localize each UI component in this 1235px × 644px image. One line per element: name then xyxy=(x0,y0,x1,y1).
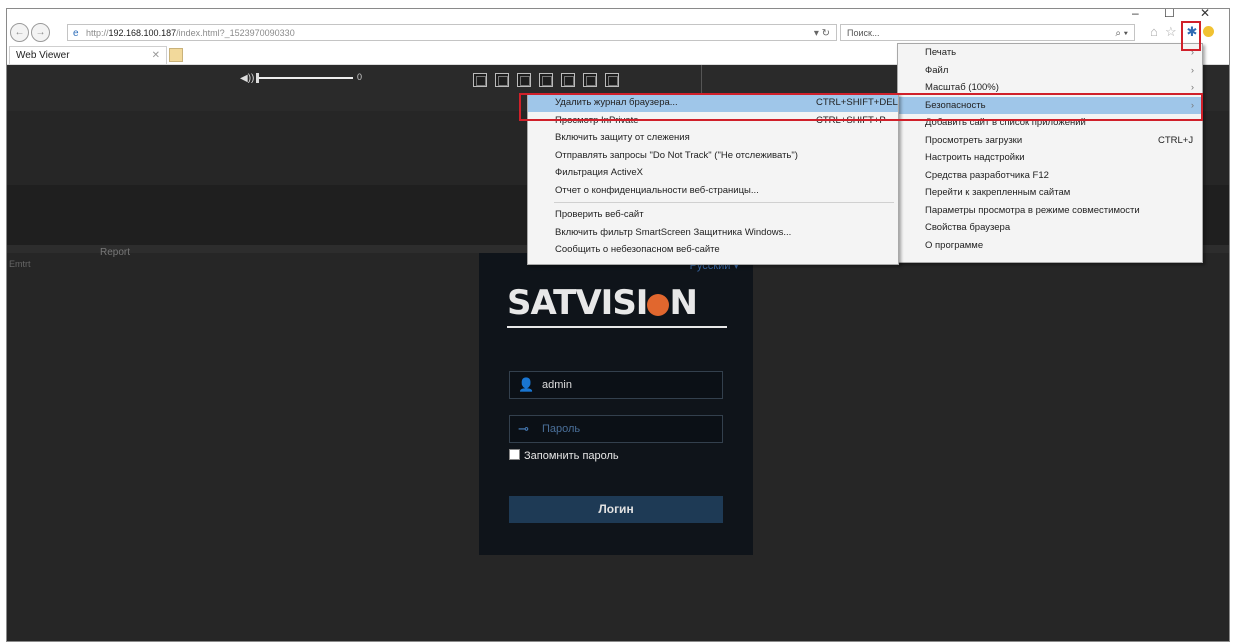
menu-item[interactable]: Параметры просмотра в режиме совместимос… xyxy=(898,202,1202,220)
username-value: admin xyxy=(542,379,572,391)
menu-item[interactable]: Отчет о конфиденциальности веб-страницы.… xyxy=(528,182,898,200)
menu-item[interactable]: Сообщить о небезопасном веб-сайте xyxy=(528,241,898,259)
menu-item-label: Файл xyxy=(925,64,949,76)
menu-item-label: Просмотреть загрузки xyxy=(925,134,1023,146)
menu-item-label: Печать xyxy=(925,47,957,58)
menu-item-label: Отправлять запросы "Do Not Track" ("Не о… xyxy=(555,149,798,161)
remember-password[interactable]: Запомнить пароль xyxy=(509,449,619,462)
menu-item[interactable]: Отправлять запросы "Do Not Track" ("Не о… xyxy=(528,147,898,165)
menu-item-label: Средства разработчика F12 xyxy=(925,169,1049,181)
url-path: /index.html?_1523970090330 xyxy=(176,28,295,38)
tab-title: Web Viewer xyxy=(16,50,70,61)
menu-item[interactable]: Фильтрация ActiveX xyxy=(528,164,898,182)
layout-button[interactable] xyxy=(605,73,619,87)
password-placeholder: Пароль xyxy=(542,423,581,435)
layout-button[interactable] xyxy=(539,73,553,87)
menu-item[interactable]: Средства разработчика F12 xyxy=(898,167,1202,185)
title-bar: – ☐ ✕ xyxy=(7,9,1229,20)
menu-item[interactable]: Файл › xyxy=(898,62,1202,80)
menu-item[interactable]: Включить фильтр SmartScreen Защитника Wi… xyxy=(528,224,898,242)
layout-button[interactable] xyxy=(583,73,597,87)
menu-item-label: Параметры просмотра в режиме совместимос… xyxy=(925,204,1140,216)
volume-slider[interactable] xyxy=(258,77,353,79)
search-icon[interactable]: ⌕ ▾ xyxy=(1115,25,1128,42)
refresh-icon[interactable]: ▾ ↻ xyxy=(814,25,830,42)
search-input[interactable]: Поиск... ⌕ ▾ xyxy=(840,24,1135,41)
restore-button[interactable]: ☐ xyxy=(1164,9,1175,20)
menu-item-label: Сообщить о небезопасном веб-сайте xyxy=(555,244,720,255)
remember-label: Запомнить пароль xyxy=(524,450,619,462)
url-prefix: http:// xyxy=(86,28,109,38)
username-field[interactable]: 👤 admin xyxy=(509,371,723,399)
url-host: 192.168.100.187 xyxy=(108,28,177,38)
forward-icon[interactable]: → xyxy=(31,23,50,42)
smiley-icon[interactable] xyxy=(1203,26,1214,37)
menu-item-label: Отчет о конфиденциальности веб-страницы.… xyxy=(555,184,759,196)
address-bar[interactable]: e http://192.168.100.187/index.html?_152… xyxy=(67,24,837,41)
menu-item-label: Перейти к закрепленным сайтам xyxy=(925,187,1071,198)
password-field[interactable]: ⊸ Пароль xyxy=(509,415,723,443)
close-icon[interactable]: ✕ xyxy=(152,47,160,65)
remember-checkbox[interactable] xyxy=(509,449,520,460)
menu-item-label: Включить фильтр SmartScreen Защитника Wi… xyxy=(555,226,792,238)
chevron-right-icon: › xyxy=(1190,64,1194,76)
user-icon: 👤 xyxy=(518,377,535,392)
key-icon: ⊸ xyxy=(518,421,529,436)
emtr-label: Emtrt xyxy=(9,259,31,269)
layout-button[interactable] xyxy=(517,73,531,87)
gear-highlight-box xyxy=(1181,21,1201,51)
address-row: ← → e http://192.168.100.187/index.html?… xyxy=(7,21,1229,45)
layout-button[interactable] xyxy=(495,73,509,87)
layout-button[interactable] xyxy=(561,73,575,87)
menu-item[interactable]: Проверить веб-сайт xyxy=(528,206,898,224)
volume-icon[interactable]: ◀)) xyxy=(240,73,254,84)
close-button[interactable]: ✕ xyxy=(1200,9,1210,20)
menu-item[interactable]: Включить защиту от слежения xyxy=(528,129,898,147)
browser-window: – ☐ ✕ ← → e http://192.168.100.187/index… xyxy=(6,8,1230,642)
menu-highlight-box xyxy=(519,93,1203,121)
menu-item[interactable]: Печать › xyxy=(898,44,1202,62)
menu-item-label: О программе xyxy=(925,239,984,251)
home-icon[interactable]: ⌂ xyxy=(1150,24,1158,39)
ie-logo-icon: e xyxy=(73,28,79,39)
minimize-button[interactable]: – xyxy=(1132,9,1139,20)
menu-separator xyxy=(554,202,894,203)
login-button[interactable]: Логин xyxy=(509,496,723,523)
menu-item-label: Включить защиту от слежения xyxy=(555,132,690,143)
login-panel: Русский ▾ SATVISI N 👤 admin ⊸ Пароль Запо… xyxy=(479,253,753,555)
logo-underline xyxy=(507,326,727,328)
menu-item[interactable]: О программе xyxy=(898,237,1202,255)
new-tab-button[interactable] xyxy=(169,48,183,62)
menu-item-label: Масштаб (100%) xyxy=(925,82,999,93)
volume-value: 0 xyxy=(357,72,363,82)
menu-item-label: Свойства браузера xyxy=(925,222,1011,233)
report-label: Report xyxy=(100,247,131,258)
menu-item-label: Настроить надстройки xyxy=(925,152,1025,163)
menu-item-label: Фильтрация ActiveX xyxy=(555,167,643,178)
tools-menu: Печать › Файл › Масштаб (100%) › Безопасность ›… xyxy=(897,43,1203,263)
search-placeholder: Поиск... xyxy=(847,28,880,38)
volume-slider-handle[interactable] xyxy=(256,73,259,83)
brand-logo: SATVISI N xyxy=(507,283,698,323)
favorites-icon[interactable]: ☆ xyxy=(1165,24,1177,40)
menu-item[interactable]: Настроить надстройки xyxy=(898,149,1202,167)
menu-item-label: Проверить веб-сайт xyxy=(555,209,644,220)
layout-button[interactable] xyxy=(473,73,487,87)
menu-item[interactable]: Перейти к закрепленным сайтам xyxy=(898,184,1202,202)
tab-web-viewer[interactable]: Web Viewer ✕ xyxy=(9,46,167,64)
menu-item-shortcut: CTRL+J xyxy=(1158,134,1194,146)
back-icon[interactable]: ← xyxy=(10,23,29,42)
menu-item[interactable]: Свойства браузера xyxy=(898,219,1202,237)
menu-item[interactable]: Просмотреть загрузки CTRL+J xyxy=(898,132,1202,150)
